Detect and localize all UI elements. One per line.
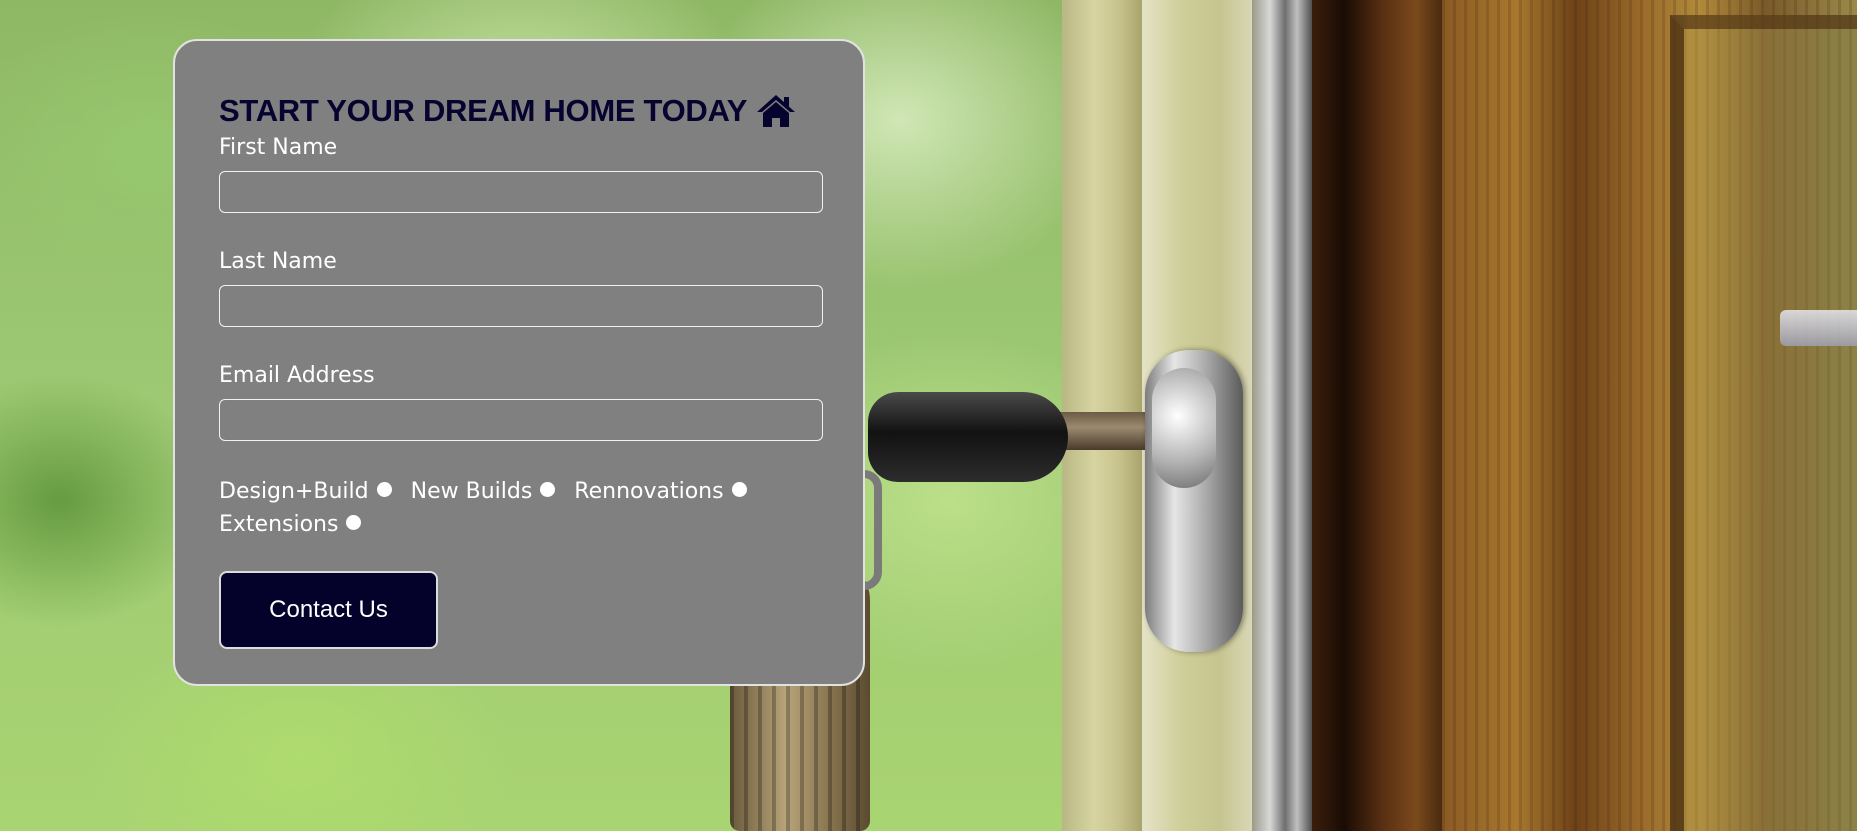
- last-name-label: Last Name: [219, 249, 337, 274]
- first-name-input[interactable]: [219, 171, 823, 213]
- email-group: Email Address: [219, 361, 823, 441]
- door-panel: [1670, 15, 1857, 831]
- key-head: [868, 392, 1068, 482]
- form-title: START YOUR DREAM HOME TODAY: [219, 89, 819, 133]
- radio-button[interactable]: [346, 515, 362, 530]
- door-edge: [1252, 0, 1312, 831]
- last-name-group: Last Name: [219, 247, 823, 327]
- option-label: Design+Build: [219, 479, 369, 504]
- door-handle: [1780, 310, 1857, 346]
- service-options: Design+Build New Builds Rennovations Ext…: [219, 475, 823, 541]
- radio-button[interactable]: [731, 482, 747, 497]
- lock-cylinder: [1152, 368, 1216, 488]
- door-dark-edge: [1312, 0, 1442, 831]
- radio-button[interactable]: [540, 482, 556, 497]
- form-title-text: START YOUR DREAM HOME TODAY: [219, 93, 748, 128]
- first-name-label: First Name: [219, 135, 338, 160]
- option-rennovations[interactable]: Rennovations: [574, 475, 747, 508]
- option-extensions[interactable]: Extensions: [219, 508, 362, 541]
- radio-button[interactable]: [376, 482, 392, 497]
- option-label: Rennovations: [574, 479, 724, 504]
- last-name-input[interactable]: [219, 285, 823, 327]
- option-label: New Builds: [410, 479, 533, 504]
- option-label: Extensions: [219, 512, 339, 537]
- contact-form-card: START YOUR DREAM HOME TODAY First Name L…: [173, 39, 865, 686]
- home-icon: [755, 93, 797, 129]
- email-input[interactable]: [219, 399, 823, 441]
- contact-us-button[interactable]: Contact Us: [219, 571, 438, 649]
- email-label: Email Address: [219, 363, 375, 388]
- first-name-group: First Name: [219, 133, 823, 213]
- option-design-build[interactable]: Design+Build: [219, 475, 392, 508]
- option-new-builds[interactable]: New Builds: [411, 475, 556, 508]
